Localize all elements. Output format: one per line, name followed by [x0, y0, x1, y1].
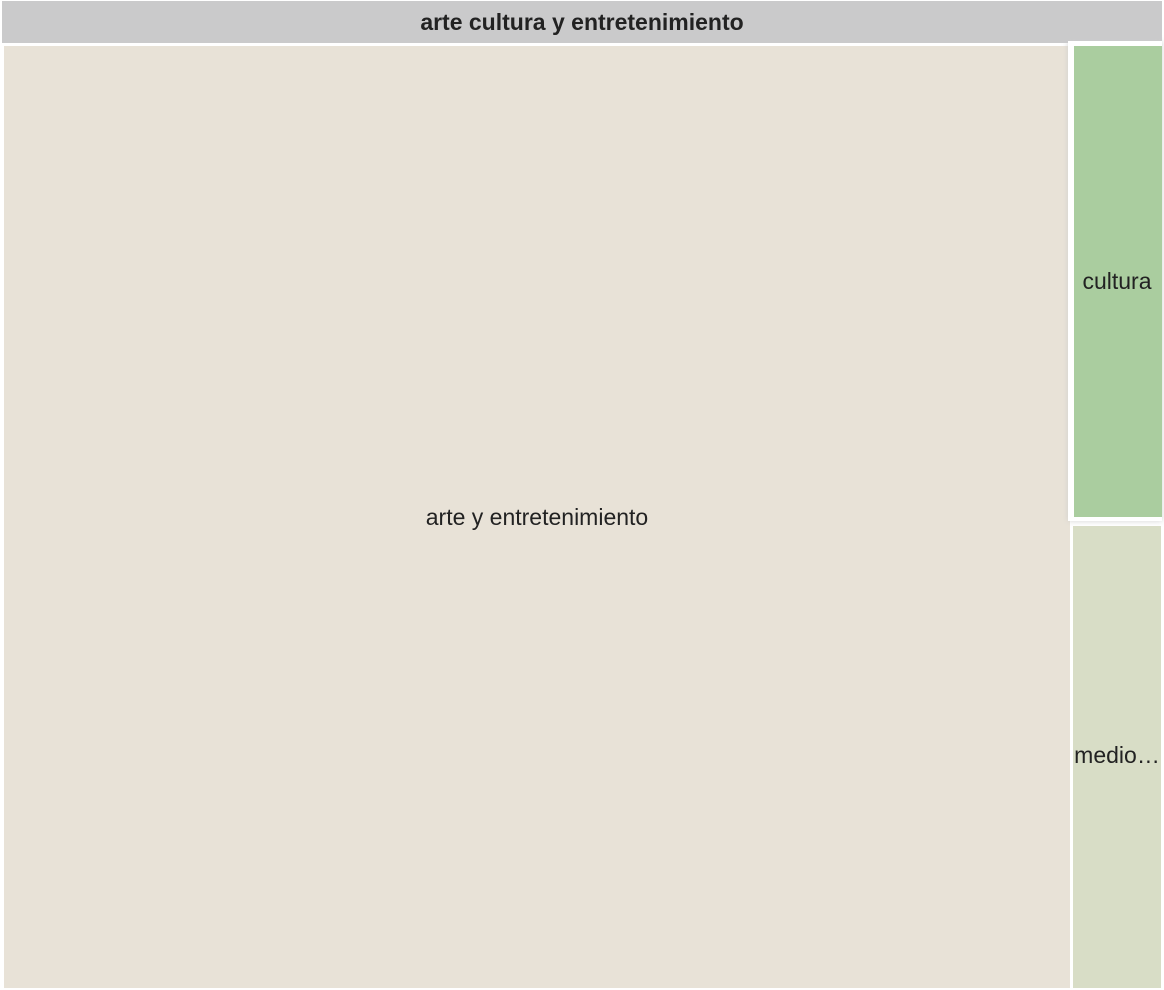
treemap-cell-label: medio…	[1074, 742, 1160, 768]
treemap-chart: arte cultura y entretenimiento arte y en…	[2, 1, 1163, 990]
treemap-cell-cultura[interactable]: cultura	[1068, 41, 1162, 521]
treemap-cell-label: arte y entretenimiento	[426, 504, 648, 530]
treemap-cell-label: cultura	[1082, 268, 1151, 294]
treemap-cell-medio[interactable]: medio…	[1071, 524, 1163, 990]
treemap-cell-arte-y-entretenimiento[interactable]: arte y entretenimiento	[2, 44, 1072, 990]
treemap-title: arte cultura y entretenimiento	[420, 9, 743, 35]
treemap-header[interactable]: arte cultura y entretenimiento	[2, 1, 1162, 43]
